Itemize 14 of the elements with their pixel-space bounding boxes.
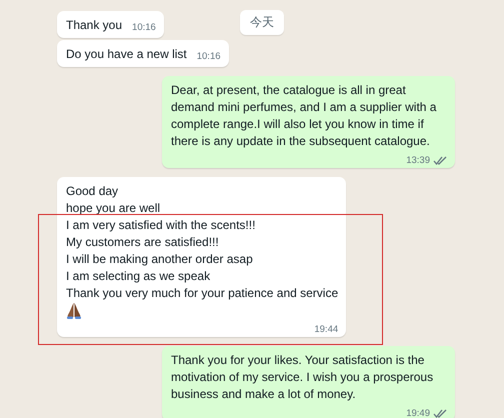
- double-check-icon: [433, 156, 447, 165]
- message-time: 19:49: [406, 408, 430, 418]
- date-chip: 今天: [240, 10, 284, 35]
- message-text: Thank you for your likes. Your satisfaction is the motivation of my service. I wish you a prosperous business and make a lot of money.: [171, 352, 434, 403]
- message-text: I am very satisfied with the scents!!! My customers are satisfied!!! I will be making another order asap I am selecting as we speak Thank you very much for your patience and service: [66, 217, 338, 302]
- message-text: Good day hope you are well: [66, 183, 162, 217]
- message-text: Do you have a new list: [66, 47, 187, 61]
- message-time: 10:16: [196, 51, 221, 62]
- message-time: 13:39: [406, 155, 430, 166]
- message-time: 10:16: [132, 22, 156, 33]
- message-text: Thank you: [66, 18, 122, 32]
- message-text: Dear, at present, the catalogue is all in great demand mini perfumes, and I am a supplier with a complete range.I will also let you know in time if there is any update in the subsequent catalogue.: [171, 82, 438, 150]
- message-time: 19:44: [314, 324, 338, 335]
- double-check-icon: [433, 409, 447, 418]
